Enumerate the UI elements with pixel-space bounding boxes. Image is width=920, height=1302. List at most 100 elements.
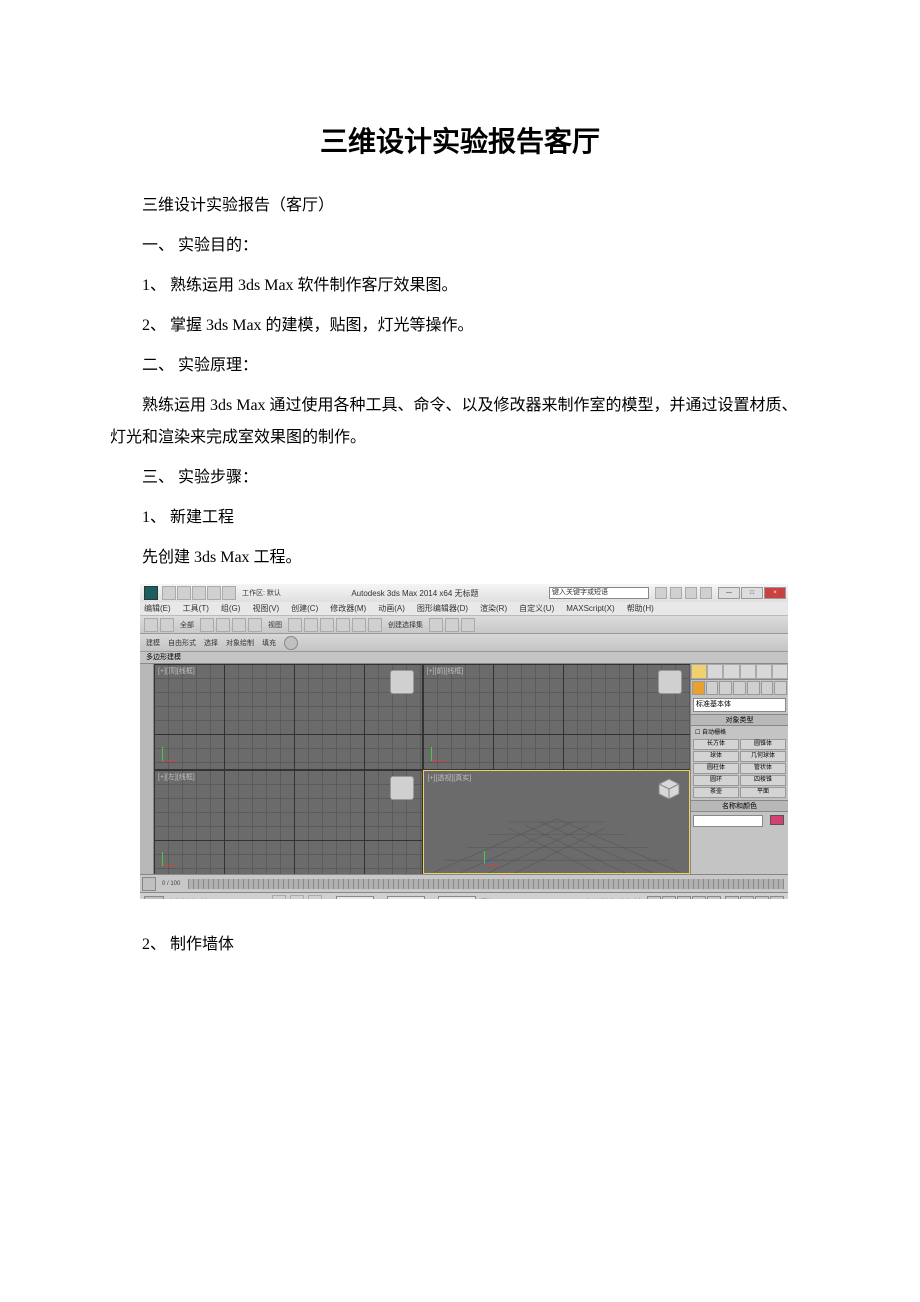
viewport-perspective[interactable]: [+][透视][真实] [423,770,691,875]
tool-move-icon[interactable] [200,618,214,632]
coord-z-input[interactable] [438,896,476,900]
panel-tab-motion-icon[interactable] [740,664,756,679]
time-slider[interactable] [188,879,784,889]
tool-layers-icon[interactable] [320,618,334,632]
autogrid-checkbox[interactable]: ☐ 自动栅格 [691,726,788,737]
tool-schematic-icon[interactable] [352,618,366,632]
tool-render-frame-icon[interactable] [445,618,459,632]
favorites-icon[interactable] [685,587,697,599]
object-color-swatch[interactable] [770,815,784,825]
help-icon[interactable] [700,587,712,599]
nav-zoom-icon[interactable] [725,896,739,900]
status-lock-selection-icon[interactable] [272,895,286,900]
panel-tab-modify-icon[interactable] [707,664,723,679]
create-spacewarps-icon[interactable] [761,681,774,695]
viewport-top[interactable]: [+][顶][线框] [154,664,422,769]
qat-new-icon[interactable] [162,586,176,600]
panel-tab-display-icon[interactable] [756,664,772,679]
create-tube-button[interactable]: 管状体 [740,763,786,774]
status-lock-icon[interactable] [144,896,164,900]
maximize-button[interactable]: □ [741,587,763,599]
timeline-bar[interactable]: 0 / 100 [140,874,788,892]
create-cone-button[interactable]: 圆锥体 [740,739,786,750]
tool-align-icon[interactable] [304,618,318,632]
create-plane-button[interactable]: 平面 [740,787,786,798]
create-systems-icon[interactable] [774,681,787,695]
ribbon-selection[interactable]: 选择 [204,638,218,648]
qat-redo-icon[interactable] [222,586,236,600]
exchange-icon[interactable] [670,587,682,599]
status-snap-icon[interactable] [308,895,322,900]
autokey-button[interactable]: 自动关键点 [585,897,615,899]
minimize-button[interactable]: — [718,587,740,599]
tool-snap-icon[interactable] [248,618,262,632]
tool-rotate-icon[interactable] [216,618,230,632]
create-sphere-button[interactable]: 球体 [693,751,739,762]
ribbon-objectpaint[interactable]: 对象绘制 [226,638,254,648]
menu-create[interactable]: 创建(C) [291,603,318,614]
create-geometry-icon[interactable] [692,681,705,695]
tool-render-icon[interactable] [461,618,475,632]
menu-customize[interactable]: 自定义(U) [519,603,554,614]
viewcube-icon[interactable] [390,776,414,800]
create-cameras-icon[interactable] [733,681,746,695]
primitive-type-dropdown[interactable]: 标准基本体 [693,698,786,712]
viewport-front[interactable]: [+][前][线框] [423,664,691,769]
create-teapot-button[interactable]: 茶壶 [693,787,739,798]
panel-tab-utilities-icon[interactable] [772,664,788,679]
menu-modifiers[interactable]: 修改器(M) [330,603,366,614]
panel-tab-create-icon[interactable] [691,664,707,679]
signin-icon[interactable] [655,587,667,599]
create-helpers-icon[interactable] [747,681,760,695]
close-button[interactable]: × [764,587,786,599]
tool-mirror-icon[interactable] [288,618,302,632]
tool-render-setup-icon[interactable] [429,618,443,632]
coord-y-input[interactable] [387,896,425,900]
object-name-input[interactable] [693,815,763,827]
status-iso-icon[interactable] [290,895,304,900]
menu-edit[interactable]: 编辑(E) [144,603,171,614]
panel-tab-hierarchy-icon[interactable] [723,664,739,679]
create-pyramid-button[interactable]: 四棱锥 [740,775,786,786]
coord-x-input[interactable] [336,896,374,900]
create-lights-icon[interactable] [719,681,732,695]
qat-undo-icon[interactable] [207,586,221,600]
tool-material-icon[interactable] [368,618,382,632]
ribbon-modeling[interactable]: 建模 [146,638,160,648]
selected-dropdown[interactable]: 选定对象 [619,897,643,899]
nav-pan-icon[interactable] [770,896,784,900]
create-torus-button[interactable]: 圆环 [693,775,739,786]
prev-frame-icon[interactable] [662,896,676,900]
help-search-input[interactable]: 键入关键字或短语 [549,587,649,599]
tool-link-icon[interactable] [160,618,174,632]
goto-end-icon[interactable] [707,896,721,900]
tool-scale-icon[interactable] [232,618,246,632]
viewcube-icon[interactable] [658,670,682,694]
create-geosphere-button[interactable]: 几何球体 [740,751,786,762]
ribbon-populate[interactable]: 填充 [262,638,276,648]
tool-curve-icon[interactable] [336,618,350,632]
viewport-left[interactable]: [+][左][线框] [154,770,422,875]
viewcube-icon[interactable] [390,670,414,694]
menu-group[interactable]: 组(G) [221,603,241,614]
menu-animation[interactable]: 动画(A) [378,603,405,614]
timeline-toggle-icon[interactable] [142,877,156,891]
tool-select-icon[interactable] [144,618,158,632]
nav-zoomall-icon[interactable] [740,896,754,900]
create-shapes-icon[interactable] [706,681,719,695]
qat-open-icon[interactable] [177,586,191,600]
qat-save-icon[interactable] [192,586,206,600]
goto-start-icon[interactable] [647,896,661,900]
ribbon-round-button[interactable] [284,636,298,650]
menu-view[interactable]: 视图(V) [252,603,279,614]
create-cylinder-button[interactable]: 圆柱体 [693,763,739,774]
menu-help[interactable]: 帮助(H) [627,603,654,614]
ribbon-freeform[interactable]: 自由形式 [168,638,196,648]
viewcube-perspective-icon[interactable] [657,777,681,801]
create-box-button[interactable]: 长方体 [693,739,739,750]
nav-fov-icon[interactable] [755,896,769,900]
menu-tools[interactable]: 工具(T) [183,603,209,614]
play-icon[interactable] [677,896,691,900]
menu-rendering[interactable]: 渲染(R) [480,603,507,614]
menu-grapheditors[interactable]: 图形编辑器(D) [417,603,468,614]
